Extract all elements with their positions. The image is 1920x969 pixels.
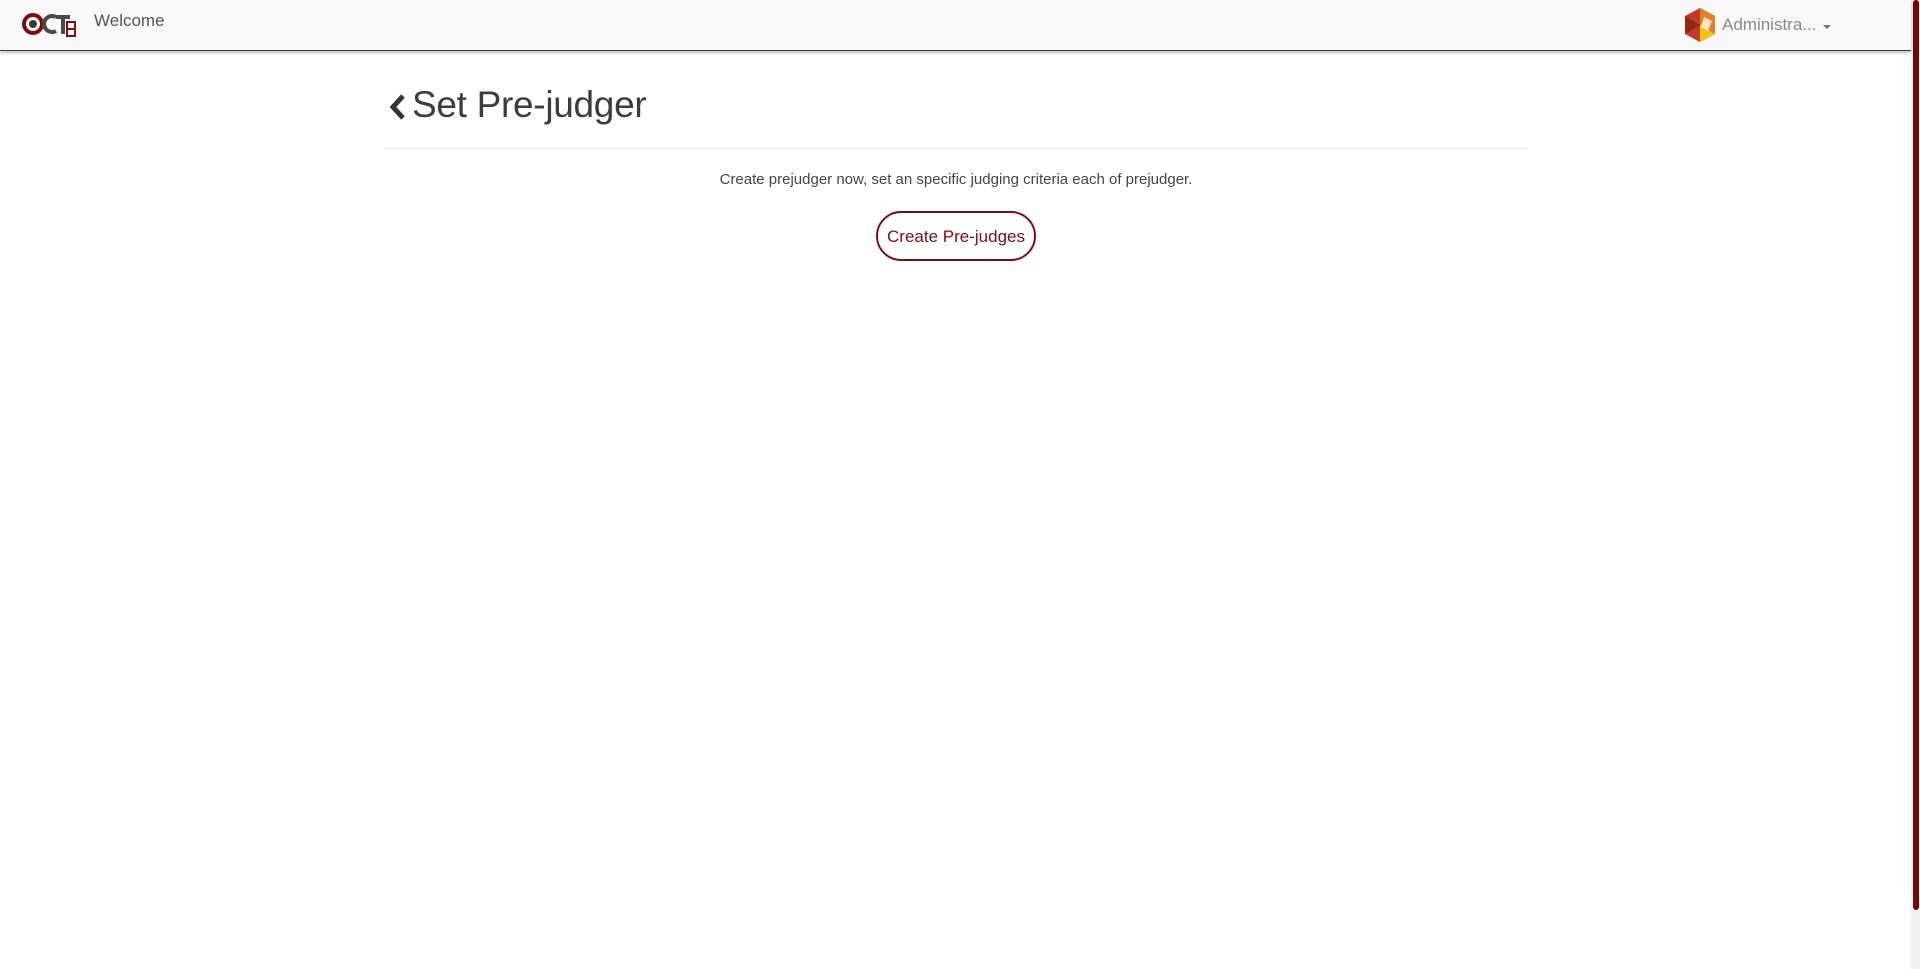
page-header: Set Pre-judger <box>385 50 1527 149</box>
chevron-left-icon[interactable] <box>387 93 409 121</box>
page-title: Set Pre-judger <box>412 84 647 125</box>
user-name-label: Administra... <box>1722 15 1817 34</box>
create-prejudges-button[interactable]: Create Pre-judges <box>876 211 1036 261</box>
user-menu-dropdown[interactable]: Administra... <box>1684 5 1832 45</box>
caret-down-icon <box>1823 24 1832 29</box>
main-container: Set Pre-judger Create prejudger now, set… <box>385 50 1527 261</box>
top-navbar: Welcome Administra... <box>0 0 1911 51</box>
welcome-link[interactable]: Welcome <box>94 11 165 31</box>
page-description: Create prejudger now, set an specific ju… <box>719 171 1193 188</box>
brand-logo[interactable] <box>22 8 78 40</box>
hexagon-avatar-icon <box>1685 8 1715 42</box>
scrollbar-thumb[interactable] <box>1913 0 1919 910</box>
page-scrollbar[interactable] <box>1911 0 1920 969</box>
